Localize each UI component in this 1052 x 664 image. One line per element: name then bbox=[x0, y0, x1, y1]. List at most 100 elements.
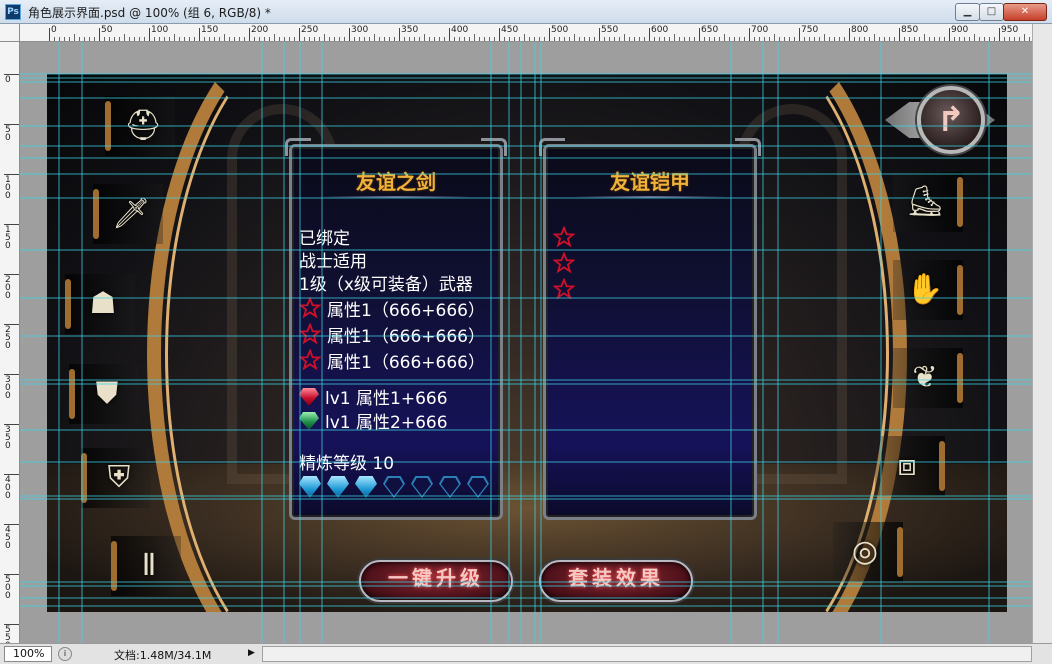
title-bar[interactable]: Ps 角色展示界面.psd @ 100% (组 6, RGB/8) * ▁ □ … bbox=[0, 0, 1052, 24]
one-click-upgrade-button[interactable]: 一键升级 bbox=[359, 560, 513, 602]
equip-slot-right-2[interactable]: ✋ bbox=[893, 260, 963, 320]
ruler-minor-tick bbox=[429, 37, 430, 41]
ring-icon: ◎ bbox=[841, 528, 889, 576]
equip-slot-right-3[interactable]: ❦ bbox=[893, 348, 963, 408]
shoulder-armor-icon: ⛊ bbox=[83, 370, 131, 418]
ruler-tick bbox=[749, 28, 750, 41]
zoom-level-field[interactable]: 100% bbox=[4, 646, 52, 662]
attribute-text: 属性1（666+666） bbox=[327, 353, 485, 373]
ruler-minor-tick bbox=[469, 37, 470, 41]
armor-star-row bbox=[553, 252, 581, 276]
ruler-tick bbox=[499, 28, 500, 41]
ruler-minor-tick bbox=[689, 37, 690, 41]
equip-slot-left-3[interactable]: ☗ bbox=[65, 274, 135, 334]
ruler-tick bbox=[199, 28, 200, 41]
ruler-minor-tick bbox=[829, 37, 830, 41]
ruler-minor-tick bbox=[59, 37, 60, 41]
ruler-minor-tick bbox=[239, 37, 240, 41]
minimize-button[interactable]: ▁ bbox=[955, 3, 980, 21]
sword-icon-glyph: 🗡 bbox=[111, 196, 151, 231]
class-requirement: 战士适用 bbox=[299, 252, 367, 272]
ruler-minor-tick bbox=[909, 37, 910, 41]
ruler-label: 950 bbox=[1001, 25, 1019, 35]
equip-slot-left-2[interactable]: 🗡 bbox=[93, 184, 163, 244]
status-bar: 100% i 文档:1.48M/34.1M ▶ bbox=[0, 643, 1052, 664]
horizontal-ruler[interactable]: 0 50 100 150 200 250 300 350 400 450 500 550 600 650 7… bbox=[20, 24, 1032, 42]
attribute-row: 属性1（666+666） bbox=[299, 296, 485, 321]
equip-slot-left-6[interactable]: Ⅱ bbox=[111, 536, 181, 596]
necklace-icon: ❦ bbox=[901, 354, 949, 402]
status-menu-arrow[interactable]: ▶ bbox=[248, 648, 255, 658]
attribute-text: 属性1（666+666） bbox=[327, 327, 485, 347]
ruler-label: 0 bbox=[51, 25, 57, 35]
ruler-minor-tick bbox=[79, 37, 80, 41]
window-title: 角色展示界面.psd @ 100% (组 6, RGB/8) * bbox=[28, 6, 271, 20]
equip-slot-left-1[interactable]: ⛑ bbox=[105, 96, 175, 156]
equip-slot-left-5[interactable]: ⛨ bbox=[81, 448, 151, 508]
level-type: 1级（x级可装备）武器 bbox=[299, 275, 473, 295]
ruler-minor-tick bbox=[714, 37, 715, 41]
horizontal-scrollbar[interactable] bbox=[262, 646, 1032, 662]
equip-slot-right-4[interactable]: ⧈ bbox=[875, 436, 945, 496]
ruler-minor-tick bbox=[604, 37, 605, 41]
ruler-minor-tick bbox=[514, 37, 515, 41]
ruler-minor-tick bbox=[974, 34, 975, 41]
ruler-minor-tick bbox=[854, 37, 855, 41]
ruler-minor-tick bbox=[289, 37, 290, 41]
green-gem-icon bbox=[299, 412, 319, 430]
star-icon bbox=[553, 226, 575, 248]
close-button[interactable]: ✕ bbox=[1003, 3, 1047, 21]
star-icon bbox=[299, 349, 321, 371]
maximize-button[interactable]: □ bbox=[979, 3, 1004, 21]
ruler-label: 450 bbox=[501, 25, 519, 35]
photoshop-app-icon: Ps bbox=[5, 4, 21, 20]
ruler-minor-tick bbox=[694, 37, 695, 41]
ruler-origin[interactable] bbox=[0, 24, 20, 42]
ruler-tick bbox=[249, 28, 250, 41]
ruler-minor-tick bbox=[609, 37, 610, 41]
gem-text: lv1 属性2+666 bbox=[325, 413, 448, 433]
ruler-minor-tick bbox=[739, 37, 740, 41]
ruler-minor-tick bbox=[504, 37, 505, 41]
equip-slot-right-5[interactable]: ◎ bbox=[833, 522, 903, 582]
ruler-minor-tick bbox=[929, 37, 930, 41]
ruler-minor-tick bbox=[569, 37, 570, 41]
ruler-label: 850 bbox=[901, 25, 919, 35]
star-icon bbox=[299, 323, 321, 345]
ruler-minor-tick bbox=[374, 34, 375, 41]
ruler-minor-tick bbox=[889, 37, 890, 41]
vertical-ruler[interactable]: 0 50 100 150 200 250 300 350 400 450 500 550 bbox=[0, 42, 20, 643]
document-size-info: 文档:1.48M/34.1M bbox=[114, 649, 212, 662]
ruler-minor-tick bbox=[69, 37, 70, 41]
ruler-minor-tick bbox=[954, 37, 955, 41]
status-info-icon[interactable]: i bbox=[58, 647, 72, 661]
ruler-minor-tick bbox=[1004, 37, 1005, 41]
return-button[interactable]: ↱ bbox=[885, 84, 995, 156]
ruler-tick bbox=[649, 28, 650, 41]
document-canvas[interactable]: ⛑ 🗡 ☗ ⛊ ⛨ Ⅱ ⛸ ✋ ❦ ⧈ ◎ ↱ 友谊之剑 已绑定 战士适用 1级… bbox=[47, 74, 1007, 612]
ruler-label: 0 bbox=[5, 75, 11, 85]
chest-armor-icon: ⛨ bbox=[95, 454, 143, 502]
ruler-minor-tick bbox=[919, 37, 920, 41]
shoulder-armor-icon-glyph: ⛊ bbox=[95, 376, 119, 411]
slot-bracket bbox=[81, 453, 87, 503]
ruler-minor-tick bbox=[579, 37, 580, 41]
ruler-tick bbox=[49, 28, 50, 41]
ruler-minor-tick bbox=[314, 37, 315, 41]
equip-slot-right-1[interactable]: ⛸ bbox=[893, 172, 963, 232]
bracer-icon: ⧈ bbox=[883, 442, 931, 490]
ruler-minor-tick bbox=[219, 37, 220, 41]
bound-status: 已绑定 bbox=[299, 229, 350, 249]
equip-slot-left-4[interactable]: ⛊ bbox=[69, 364, 139, 424]
ruler-minor-tick bbox=[454, 37, 455, 41]
ruler-label: 900 bbox=[951, 25, 969, 35]
ruler-label: 800 bbox=[851, 25, 869, 35]
vertical-scrollbar[interactable] bbox=[1032, 24, 1052, 643]
attribute-row: 属性1（666+666） bbox=[299, 322, 485, 347]
ruler-minor-tick bbox=[674, 34, 675, 41]
set-effect-button[interactable]: 套装效果 bbox=[539, 560, 693, 602]
ruler-minor-tick bbox=[529, 37, 530, 41]
ruler-label: 300 bbox=[351, 25, 369, 35]
ruler-minor-tick bbox=[874, 34, 875, 41]
ruler-label: 100 bbox=[5, 175, 11, 201]
